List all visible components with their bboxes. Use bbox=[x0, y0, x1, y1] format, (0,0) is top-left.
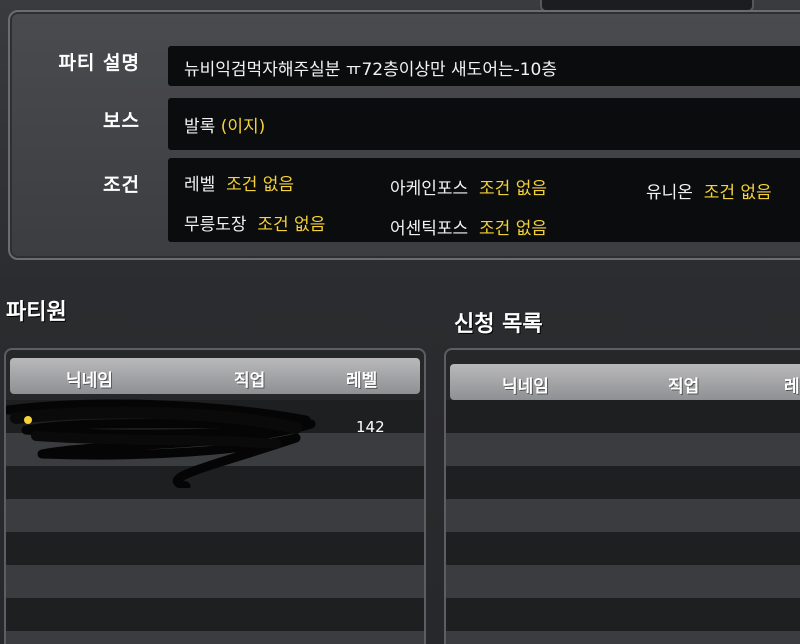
col-job[interactable]: 직업 bbox=[234, 366, 265, 391]
col-nickname[interactable]: 닉네임 bbox=[502, 372, 549, 397]
condition-union: 유니온 조건 없음 bbox=[646, 183, 772, 203]
description-field: 뉴비익검먹자해주실분 ㅠ72층이상만 새도어는-10층 bbox=[168, 46, 800, 86]
condition-authentic-force: 어센틱포스 조건 없음 bbox=[390, 219, 547, 239]
condition-level: 레벨 조건 없음 bbox=[184, 175, 295, 195]
col-level[interactable]: 레벨 bbox=[346, 366, 377, 391]
table-row[interactable] bbox=[6, 565, 424, 598]
member-level: 142 bbox=[356, 418, 385, 436]
table-row[interactable] bbox=[6, 532, 424, 565]
star-icon bbox=[24, 416, 32, 424]
party-info-panel: 파티 설명 뉴비익검먹자해주실분 ㅠ72층이상만 새도어는-10층 보스 발록 … bbox=[8, 10, 800, 260]
table-row[interactable] bbox=[446, 499, 800, 532]
description-value: 뉴비익검먹자해주실분 ㅠ72층이상만 새도어는-10층 bbox=[184, 60, 558, 80]
conditions-field: 레벨 조건 없음 아케인포스 조건 없음 유니온 조건 없음 무릉도장 조건 없… bbox=[168, 158, 800, 242]
description-label: 파티 설명 bbox=[58, 52, 140, 74]
table-row[interactable] bbox=[6, 631, 424, 644]
table-row[interactable] bbox=[6, 499, 424, 532]
table-row[interactable] bbox=[446, 598, 800, 631]
col-level[interactable]: 레 bbox=[784, 372, 800, 397]
members-list: 닉네임 직업 레벨 142 bbox=[4, 348, 426, 644]
redaction-scribble bbox=[6, 399, 316, 488]
applicants-header: 닉네임 직업 레 bbox=[450, 364, 800, 400]
boss-name: 발록 bbox=[184, 117, 216, 137]
table-row[interactable] bbox=[446, 631, 800, 644]
table-row[interactable] bbox=[446, 532, 800, 565]
applicants-title: 신청 목록 bbox=[454, 312, 543, 337]
applicants-list: 닉네임 직업 레 bbox=[444, 348, 800, 644]
condition-mureung: 무릉도장 조건 없음 bbox=[184, 215, 326, 235]
condition-arcane-force: 아케인포스 조건 없음 bbox=[390, 179, 547, 199]
boss-field: 발록 (이지) bbox=[168, 98, 800, 150]
table-row[interactable] bbox=[446, 400, 800, 433]
col-nickname[interactable]: 닉네임 bbox=[66, 366, 113, 391]
table-row[interactable] bbox=[446, 466, 800, 499]
party-detail-window: 파티 설명 뉴비익검먹자해주실분 ㅠ72층이상만 새도어는-10층 보스 발록 … bbox=[0, 0, 800, 644]
members-title: 파티원 bbox=[6, 300, 67, 325]
members-header: 닉네임 직업 레벨 bbox=[10, 358, 420, 394]
table-row[interactable] bbox=[6, 598, 424, 631]
table-row[interactable] bbox=[446, 565, 800, 598]
boss-label: 보스 bbox=[103, 110, 140, 132]
table-row[interactable] bbox=[446, 433, 800, 466]
boss-difficulty: (이지) bbox=[220, 117, 266, 137]
col-job[interactable]: 직업 bbox=[668, 372, 699, 397]
conditions-label: 조건 bbox=[103, 174, 140, 196]
